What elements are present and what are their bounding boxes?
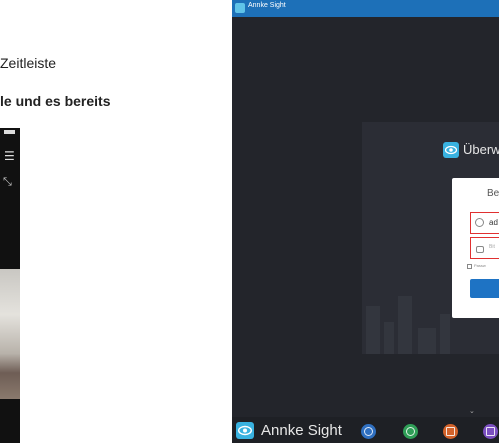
app-window: Annke Sight Überw Be ad Bit Passw ⌄ Annk… [232,0,499,443]
calendar-button[interactable] [443,424,458,439]
brand-name: Annke Sight [261,422,342,439]
brand-logo-icon [236,422,254,439]
document-text-bold: le und es bereits [0,93,111,109]
refresh-button[interactable] [403,424,418,439]
username-value: ad [489,218,498,227]
menu-icon[interactable]: ☰ [4,150,15,162]
bottom-toolbar: Annke Sight [232,417,499,443]
remember-password-label: Passw [474,263,486,268]
window-titlebar: Annke Sight [232,0,499,17]
phone-status-bar [0,128,20,136]
calendar-icon [446,427,455,436]
password-placeholder: Bit [489,244,495,250]
username-field[interactable]: ad [470,212,499,234]
welcome-heading: Überw [463,142,499,157]
playback-button[interactable] [361,424,376,439]
fullscreen-icon[interactable]: ⤡ [3,176,12,187]
document-text-timeline: Zeitleiste [0,55,57,71]
user-icon [475,218,484,227]
app-logo-icon [235,3,245,13]
password-field[interactable]: Bit [470,237,499,259]
gallery-icon [486,427,495,436]
remember-password-checkbox[interactable] [467,264,472,269]
battery-icon [4,130,15,134]
welcome-logo-icon [443,142,459,158]
playback-icon [364,427,373,436]
login-panel: Überw Be ad Bit Passw [362,122,499,354]
login-button[interactable] [470,279,499,298]
lock-icon [476,246,484,253]
gallery-button[interactable] [483,424,498,439]
phone-screenshot: ☰ ⤡ [0,128,20,443]
login-card: Be ad Bit Passw [452,178,499,318]
login-title: Be [487,188,499,199]
refresh-icon [406,427,415,436]
window-title: Annke Sight [248,2,286,9]
camera-live-view [0,269,20,399]
chevron-down-icon[interactable]: ⌄ [469,407,475,415]
